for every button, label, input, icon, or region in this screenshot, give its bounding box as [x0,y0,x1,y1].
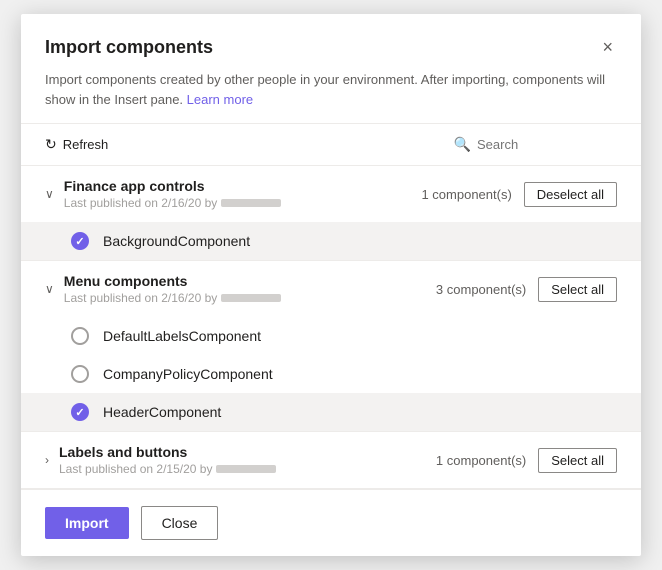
group-menu-name: Menu components [64,273,426,289]
toolbar: ↻ Refresh 🔍 [21,123,641,166]
group-labels-name: Labels and buttons [59,444,426,460]
group-menu-components: ∨ Menu components Last published on 2/16… [21,261,641,432]
select-all-button-menu[interactable]: Select all [538,277,617,302]
group-finance-name: Finance app controls [64,178,412,194]
select-all-button-labels[interactable]: Select all [538,448,617,473]
group-finance-info: Finance app controls Last published on 2… [64,178,412,210]
deselect-all-button-finance[interactable]: Deselect all [524,182,617,207]
component-company-policy[interactable]: CompanyPolicyComponent [21,355,641,393]
checkbox-checked-icon [71,232,89,250]
search-container: 🔍 [454,136,617,153]
import-components-dialog: Import components × Import components cr… [21,14,641,556]
group-labels-toggle[interactable]: › [45,453,49,467]
radio-unchecked-icon [71,365,89,383]
dialog-header: Import components × [21,14,641,70]
group-menu-toggle[interactable]: ∨ [45,282,54,296]
dialog-footer: Import Close [21,489,641,556]
author-placeholder [216,465,276,473]
group-menu-meta: Last published on 2/16/20 by [64,291,426,305]
group-finance-app: ∨ Finance app controls Last published on… [21,166,641,261]
close-icon: × [602,37,613,57]
refresh-label: Refresh [63,137,109,152]
chevron-down-icon: ∨ [45,187,54,201]
finance-component-count: 1 component(s) [421,187,511,202]
component-company-policy-label: CompanyPolicyComponent [103,366,273,382]
author-placeholder [221,199,281,207]
group-finance-toggle[interactable]: ∨ [45,187,54,201]
group-labels-buttons: › Labels and buttons Last published on 2… [21,432,641,489]
refresh-button[interactable]: ↻ Refresh [45,132,108,157]
group-labels-info: Labels and buttons Last published on 2/1… [59,444,426,476]
labels-component-count: 1 component(s) [436,453,526,468]
component-default-labels[interactable]: DefaultLabelsComponent [21,317,641,355]
close-icon-button[interactable]: × [598,34,617,60]
group-menu-actions: 3 component(s) Select all [436,277,617,302]
group-menu-info: Menu components Last published on 2/16/2… [64,273,426,305]
component-default-labels-label: DefaultLabelsComponent [103,328,261,344]
author-placeholder [221,294,281,302]
import-button[interactable]: Import [45,507,129,539]
group-labels-header: › Labels and buttons Last published on 2… [21,432,641,488]
checkbox-checked-icon [71,403,89,421]
refresh-icon: ↻ [45,136,57,153]
dialog-description: Import components created by other peopl… [21,70,641,123]
group-labels-actions: 1 component(s) Select all [436,448,617,473]
group-menu-header: ∨ Menu components Last published on 2/16… [21,261,641,317]
radio-unchecked-icon [71,327,89,345]
group-labels-meta: Last published on 2/15/20 by [59,462,426,476]
content-area: ∨ Finance app controls Last published on… [21,166,641,489]
group-finance-header: ∨ Finance app controls Last published on… [21,166,641,222]
dialog-title: Import components [45,37,213,58]
learn-more-link[interactable]: Learn more [187,92,253,107]
group-finance-meta: Last published on 2/16/20 by [64,196,412,210]
component-header-label: HeaderComponent [103,404,221,420]
component-header[interactable]: HeaderComponent [21,393,641,431]
component-background[interactable]: BackgroundComponent [21,222,641,260]
group-finance-actions: 1 component(s) Deselect all [421,182,617,207]
chevron-down-icon: ∨ [45,282,54,296]
component-background-label: BackgroundComponent [103,233,250,249]
chevron-right-icon: › [45,453,49,467]
search-input[interactable] [477,137,617,152]
menu-component-count: 3 component(s) [436,282,526,297]
search-icon: 🔍 [454,136,471,153]
close-button[interactable]: Close [141,506,219,540]
